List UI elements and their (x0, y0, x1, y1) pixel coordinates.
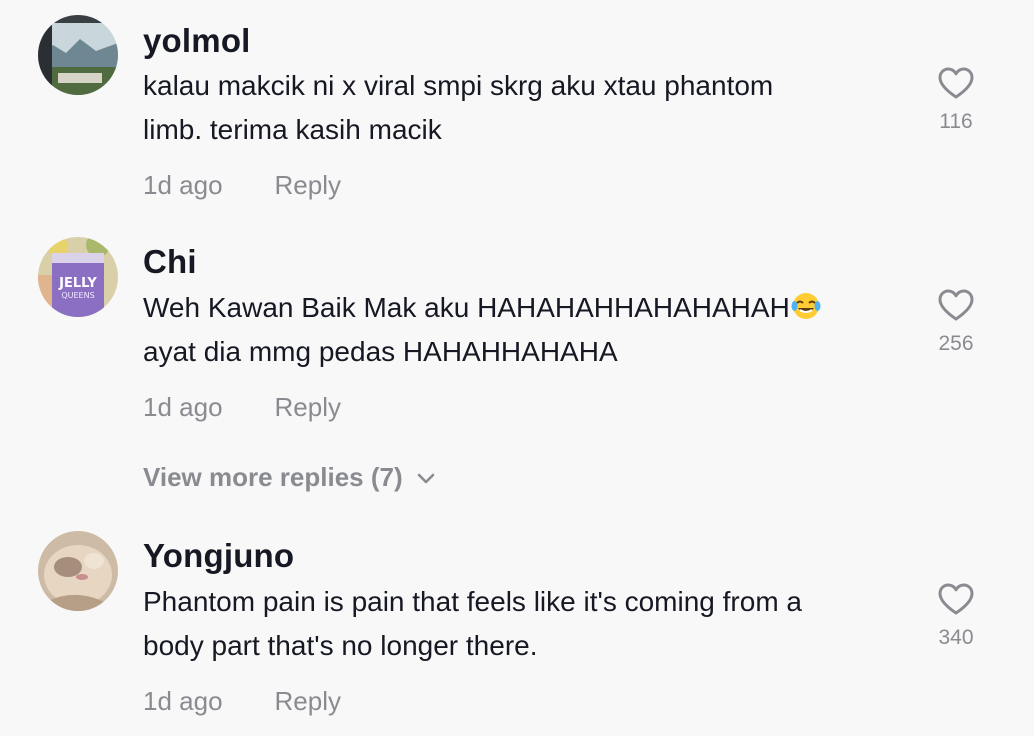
avatar[interactable]: JELLY QUEENS (38, 237, 118, 317)
avatar-jar-label: JELLY (58, 276, 97, 291)
comment-meta: 1d ago Reply (143, 170, 341, 201)
comment-text: kalau makcik ni x viral smpi skrg aku xt… (143, 64, 913, 152)
like-count: 340 (938, 626, 974, 649)
view-more-replies-button[interactable]: View more replies (7) (143, 462, 435, 493)
heart-icon (938, 289, 974, 321)
like-button[interactable]: 340 (922, 582, 990, 650)
comment-meta: 1d ago Reply (143, 686, 341, 717)
comment-text-segment: Weh Kawan Baik Mak aku HAHAHAHHAHAHAHAH (143, 292, 790, 323)
comment-text: Phantom pain is pain that feels like it'… (143, 580, 913, 668)
like-count: 116 (939, 110, 973, 133)
reply-button[interactable]: Reply (275, 392, 341, 422)
timestamp: 1d ago (143, 392, 223, 422)
like-button[interactable]: 256 (922, 288, 990, 356)
comment-text-line: ayat dia mmg pedas HAHAHHAHAHA (143, 336, 618, 367)
like-button[interactable]: 116 (922, 66, 990, 134)
username[interactable]: yolmol (143, 22, 251, 60)
comment-meta: 1d ago Reply (143, 392, 341, 423)
comment-text-line: kalau makcik ni x viral smpi skrg aku xt… (143, 70, 774, 101)
comment-text: Weh Kawan Baik Mak aku HAHAHAHHAHAHAHAH … (143, 286, 913, 374)
username[interactable]: Yongjuno (143, 537, 294, 575)
like-count: 256 (938, 332, 974, 355)
avatar[interactable] (38, 531, 118, 611)
timestamp: 1d ago (143, 170, 223, 200)
comment-text-line: Weh Kawan Baik Mak aku HAHAHAHHAHAHAHAH (143, 286, 913, 330)
heart-icon (938, 67, 974, 99)
comment-text-line: limb. terima kasih macik (143, 114, 442, 145)
tears-of-joy-emoji (791, 293, 821, 319)
heart-icon (938, 583, 974, 615)
reply-button[interactable]: Reply (275, 686, 341, 716)
avatar-jar-label: QUEENS (61, 291, 94, 300)
view-more-replies-label: View more replies (7) (143, 462, 403, 492)
chevron-down-icon (417, 473, 434, 484)
avatar[interactable] (38, 15, 118, 95)
comment-text-line: body part that's no longer there. (143, 630, 538, 661)
reply-button[interactable]: Reply (275, 170, 341, 200)
comment-text-line: Phantom pain is pain that feels like it'… (143, 586, 802, 617)
timestamp: 1d ago (143, 686, 223, 716)
username[interactable]: Chi (143, 243, 197, 281)
